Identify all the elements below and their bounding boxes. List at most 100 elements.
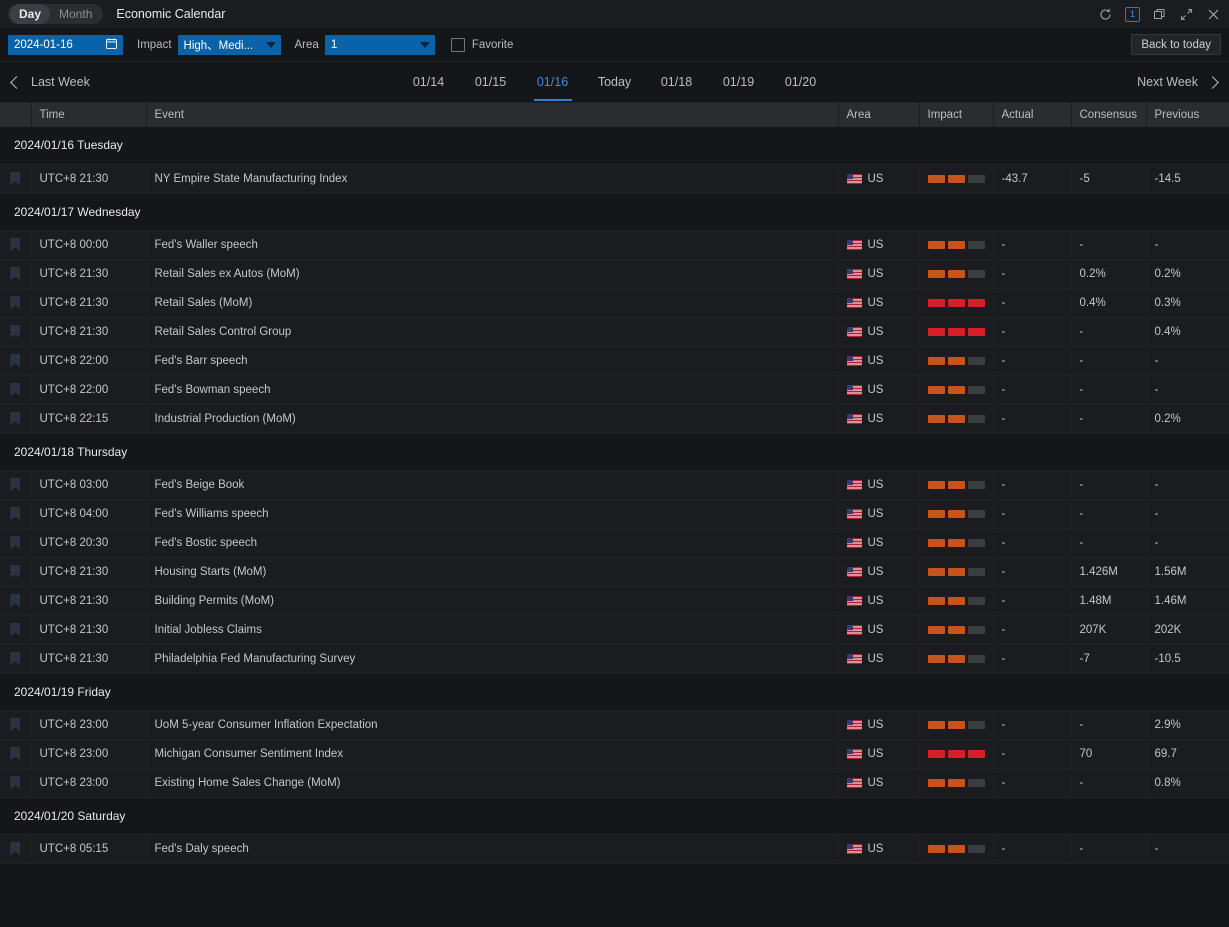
bookmark-icon[interactable] [10, 325, 20, 338]
bookmark-icon[interactable] [10, 478, 20, 491]
bookmark-cell[interactable] [0, 259, 31, 288]
expand-icon[interactable] [1179, 7, 1194, 22]
favorite-filter[interactable]: Favorite [451, 38, 514, 52]
bookmark-cell[interactable] [0, 644, 31, 673]
column-header-bookmark[interactable] [0, 103, 31, 127]
bookmark-icon[interactable] [10, 623, 20, 636]
table-row[interactable]: UTC+8 21:30NY Empire State Manufacturing… [0, 164, 1229, 193]
calendar-table-container[interactable]: Time Event Area Impact Actual Consensus … [0, 103, 1229, 927]
table-row[interactable]: UTC+8 04:00Fed's Williams speechUS--- [0, 499, 1229, 528]
bookmark-cell[interactable] [0, 768, 31, 797]
restore-icon[interactable] [1152, 7, 1167, 22]
bookmark-icon[interactable] [10, 296, 20, 309]
day-tab-6[interactable]: 01/20 [770, 64, 832, 101]
cell-event: Fed's Waller speech [146, 230, 838, 259]
refresh-icon[interactable] [1098, 7, 1113, 22]
cell-impact [919, 346, 993, 375]
table-row[interactable]: UTC+8 21:30Retail Sales ex Autos (MoM)US… [0, 259, 1229, 288]
bookmark-icon[interactable] [10, 652, 20, 665]
bookmark-cell[interactable] [0, 470, 31, 499]
bookmark-icon[interactable] [10, 842, 20, 855]
close-icon[interactable] [1206, 7, 1221, 22]
cell-impact [919, 528, 993, 557]
bookmark-icon[interactable] [10, 267, 20, 280]
cell-impact [919, 739, 993, 768]
column-header-actual[interactable]: Actual [993, 103, 1071, 127]
date-input[interactable]: 2024-01-16 [8, 35, 123, 55]
bookmark-icon[interactable] [10, 747, 20, 760]
bookmark-icon[interactable] [10, 718, 20, 731]
day-tab-3[interactable]: Today [584, 64, 646, 101]
bookmark-icon[interactable] [10, 383, 20, 396]
day-tab-1[interactable]: 01/15 [460, 64, 522, 101]
view-mode-toggle[interactable]: Day Month [8, 4, 103, 24]
column-header-event[interactable]: Event [146, 103, 838, 127]
bookmark-cell[interactable] [0, 710, 31, 739]
cell-impact [919, 164, 993, 193]
table-row[interactable]: UTC+8 22:00Fed's Bowman speechUS--- [0, 375, 1229, 404]
table-row[interactable]: UTC+8 21:30Housing Starts (MoM)US-1.426M… [0, 557, 1229, 586]
bookmark-cell[interactable] [0, 346, 31, 375]
bookmark-icon[interactable] [10, 594, 20, 607]
back-to-today-button[interactable]: Back to today [1131, 34, 1221, 55]
view-mode-month[interactable]: Month [50, 4, 101, 24]
view-mode-day[interactable]: Day [10, 4, 50, 24]
cell-area: US [838, 346, 919, 375]
bookmark-cell[interactable] [0, 528, 31, 557]
table-row[interactable]: UTC+8 05:15Fed's Daly speechUS--- [0, 834, 1229, 863]
bookmark-cell[interactable] [0, 404, 31, 433]
bookmark-cell[interactable] [0, 164, 31, 193]
bookmark-cell[interactable] [0, 230, 31, 259]
table-row[interactable]: UTC+8 22:15Industrial Production (MoM)US… [0, 404, 1229, 433]
bookmark-icon[interactable] [10, 507, 20, 520]
bookmark-cell[interactable] [0, 615, 31, 644]
bookmark-cell[interactable] [0, 586, 31, 615]
day-tab-4[interactable]: 01/18 [646, 64, 708, 101]
cell-area: US [838, 499, 919, 528]
table-row[interactable]: UTC+8 20:30Fed's Bostic speechUS--- [0, 528, 1229, 557]
bookmark-icon[interactable] [10, 776, 20, 789]
last-week-button[interactable]: Last Week [12, 75, 90, 89]
impact-segment [928, 655, 945, 663]
table-row[interactable]: UTC+8 21:30Retail Sales (MoM)US-0.4%0.3% [0, 288, 1229, 317]
bookmark-cell[interactable] [0, 288, 31, 317]
bookmark-icon[interactable] [10, 354, 20, 367]
table-row[interactable]: UTC+8 23:00Michigan Consumer Sentiment I… [0, 739, 1229, 768]
column-header-consensus[interactable]: Consensus [1071, 103, 1146, 127]
table-row[interactable]: UTC+8 21:30Philadelphia Fed Manufacturin… [0, 644, 1229, 673]
day-tab-0[interactable]: 01/14 [398, 64, 460, 101]
table-row[interactable]: UTC+8 21:30Initial Jobless ClaimsUS-207K… [0, 615, 1229, 644]
bookmark-icon[interactable] [10, 536, 20, 549]
bookmark-cell[interactable] [0, 557, 31, 586]
favorite-checkbox[interactable] [451, 38, 465, 52]
column-header-previous[interactable]: Previous [1146, 103, 1229, 127]
bookmark-cell[interactable] [0, 834, 31, 863]
table-row[interactable]: UTC+8 21:30Building Permits (MoM)US-1.48… [0, 586, 1229, 615]
area-flag-wrap: US [847, 769, 919, 797]
table-row[interactable]: UTC+8 22:00Fed's Barr speechUS--- [0, 346, 1229, 375]
day-tab-5[interactable]: 01/19 [708, 64, 770, 101]
bookmark-cell[interactable] [0, 499, 31, 528]
bookmark-icon[interactable] [10, 565, 20, 578]
window-count-badge[interactable]: 1 [1125, 7, 1140, 22]
table-row[interactable]: UTC+8 23:00UoM 5-year Consumer Inflation… [0, 710, 1229, 739]
bookmark-icon[interactable] [10, 238, 20, 251]
calendar-icon[interactable] [106, 38, 117, 52]
column-header-area[interactable]: Area [838, 103, 919, 127]
column-header-time[interactable]: Time [31, 103, 146, 127]
next-week-button[interactable]: Next Week [1137, 75, 1217, 89]
bookmark-icon[interactable] [10, 412, 20, 425]
table-row[interactable]: UTC+8 03:00Fed's Beige BookUS--- [0, 470, 1229, 499]
table-row[interactable]: UTC+8 23:00Existing Home Sales Change (M… [0, 768, 1229, 797]
area-select-value: 1 [331, 39, 337, 51]
column-header-impact[interactable]: Impact [919, 103, 993, 127]
table-row[interactable]: UTC+8 21:30Retail Sales Control GroupUS-… [0, 317, 1229, 346]
bookmark-icon[interactable] [10, 172, 20, 185]
impact-select[interactable]: High、Medi... [178, 35, 281, 55]
day-tab-2[interactable]: 01/16 [522, 64, 584, 101]
bookmark-cell[interactable] [0, 739, 31, 768]
bookmark-cell[interactable] [0, 375, 31, 404]
area-select[interactable]: 1 [325, 35, 435, 55]
bookmark-cell[interactable] [0, 317, 31, 346]
table-row[interactable]: UTC+8 00:00Fed's Waller speechUS--- [0, 230, 1229, 259]
